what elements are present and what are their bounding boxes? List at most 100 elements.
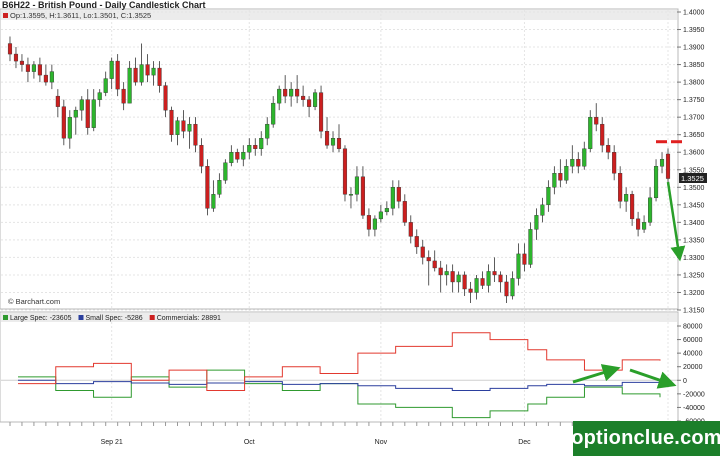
- candle-up: [330, 138, 336, 146]
- candle-down: [618, 173, 623, 202]
- candle-down: [19, 60, 25, 65]
- candle-up: [127, 67, 132, 104]
- candle-down: [193, 123, 198, 146]
- candle-down: [169, 109, 174, 135]
- candle-up: [31, 64, 36, 72]
- price-tick-label: 1.3700: [683, 115, 705, 122]
- price-tick-label: 1.3200: [683, 290, 705, 297]
- candle-up: [271, 102, 276, 125]
- last-price-tag: 1.3525: [681, 174, 704, 183]
- price-panel-frame: [0, 8, 679, 310]
- candle-down: [402, 201, 407, 223]
- candle-down: [492, 271, 497, 276]
- candle-up: [588, 116, 593, 149]
- candle-down: [253, 145, 258, 149]
- candle-up: [516, 253, 521, 279]
- candle-down: [576, 159, 581, 167]
- candle-down: [414, 236, 419, 248]
- candle-up: [444, 271, 449, 276]
- candle-down: [438, 267, 443, 276]
- candle-up: [217, 180, 222, 195]
- candle-up: [570, 159, 575, 167]
- candle-up: [348, 194, 354, 196]
- candle-down: [13, 53, 19, 62]
- candle-down: [366, 215, 371, 230]
- legend-swatch: [78, 315, 84, 320]
- candle-up: [289, 88, 294, 97]
- candle-down: [420, 246, 425, 258]
- brand-badge: optionclue.com: [571, 421, 720, 456]
- candle-down: [462, 274, 467, 290]
- candle-up: [528, 229, 533, 265]
- price-tick-label: 1.3250: [683, 272, 705, 279]
- candle-up: [659, 159, 665, 167]
- cot-legend: Large Spec: -23605 Small Spec: -5286 Comme…: [3, 315, 221, 322]
- candle-up: [79, 99, 84, 111]
- time-tick-label: Dec: [518, 439, 531, 446]
- price-tick-label: 1.3300: [683, 255, 705, 262]
- cot-tick-label: -20000: [683, 391, 705, 398]
- candle-down: [133, 67, 138, 83]
- candle-down: [181, 120, 186, 132]
- candle-down: [594, 116, 599, 125]
- time-tick-label: Sep 21: [101, 439, 123, 446]
- candle-up: [109, 60, 114, 79]
- candle-up: [510, 278, 515, 297]
- candle-down: [307, 99, 312, 107]
- candle-up: [582, 148, 587, 167]
- candle-down: [85, 99, 90, 128]
- price-axis: 1.4000 1.3950 1.3900 1.3850 1.3800 1.3750 1.37…: [677, 10, 705, 315]
- candle-up: [534, 215, 539, 230]
- candle-down: [636, 218, 641, 230]
- candle-down: [432, 260, 437, 269]
- cot-axis: 800006000040000200000-20000-40000-60000: [677, 324, 705, 426]
- candle-up: [546, 187, 551, 206]
- candle-down: [55, 95, 60, 107]
- price-tick-label: 1.3400: [683, 220, 705, 227]
- candle-down: [145, 64, 150, 76]
- candle-up: [653, 166, 659, 199]
- candle-up: [175, 120, 180, 135]
- candle-down: [43, 74, 48, 83]
- candle-down: [606, 145, 611, 153]
- candle-up: [564, 166, 569, 181]
- cot-tick-label: 60000: [683, 337, 703, 344]
- candle-down: [163, 85, 168, 111]
- candle-up: [223, 162, 228, 181]
- candle-up: [486, 271, 491, 286]
- candle-down: [205, 166, 210, 209]
- price-tick-label: 1.3950: [683, 27, 705, 34]
- price-tick-label: 1.3750: [683, 97, 705, 104]
- candle-up: [187, 123, 192, 132]
- candle-down: [121, 88, 126, 104]
- candle-down: [324, 130, 330, 146]
- legend-label: Large Spec: -23605: [10, 315, 72, 322]
- price-tick-label: 1.3650: [683, 132, 705, 139]
- candle-up: [372, 218, 377, 230]
- candle-up: [552, 173, 557, 188]
- candle-up: [265, 123, 270, 139]
- candle-down: [199, 145, 204, 167]
- chart-title: B6H22 - British Pound - Daily Candlestic…: [2, 0, 206, 10]
- candle-up: [49, 71, 54, 83]
- candle-down: [558, 173, 563, 181]
- candle-down: [157, 67, 162, 86]
- price-tick-label: 1.3800: [683, 80, 705, 87]
- candle-up: [313, 92, 318, 107]
- cot-tick-label: 40000: [683, 351, 703, 358]
- candle-down: [600, 123, 605, 146]
- candle-up: [456, 274, 461, 283]
- candle-down: [115, 60, 120, 90]
- candle-up: [229, 152, 234, 163]
- candle-down: [498, 274, 503, 283]
- candle-up: [277, 88, 282, 104]
- legend-swatch: [3, 315, 8, 320]
- legend-label: Small Spec: -5286: [86, 315, 143, 322]
- candle-down: [665, 153, 671, 179]
- candle-up: [642, 222, 647, 230]
- cot-tick-label: 0: [683, 378, 687, 385]
- candle-down: [612, 152, 617, 174]
- candle-down: [342, 148, 348, 195]
- candle-up: [97, 92, 102, 100]
- candle-up: [211, 194, 216, 209]
